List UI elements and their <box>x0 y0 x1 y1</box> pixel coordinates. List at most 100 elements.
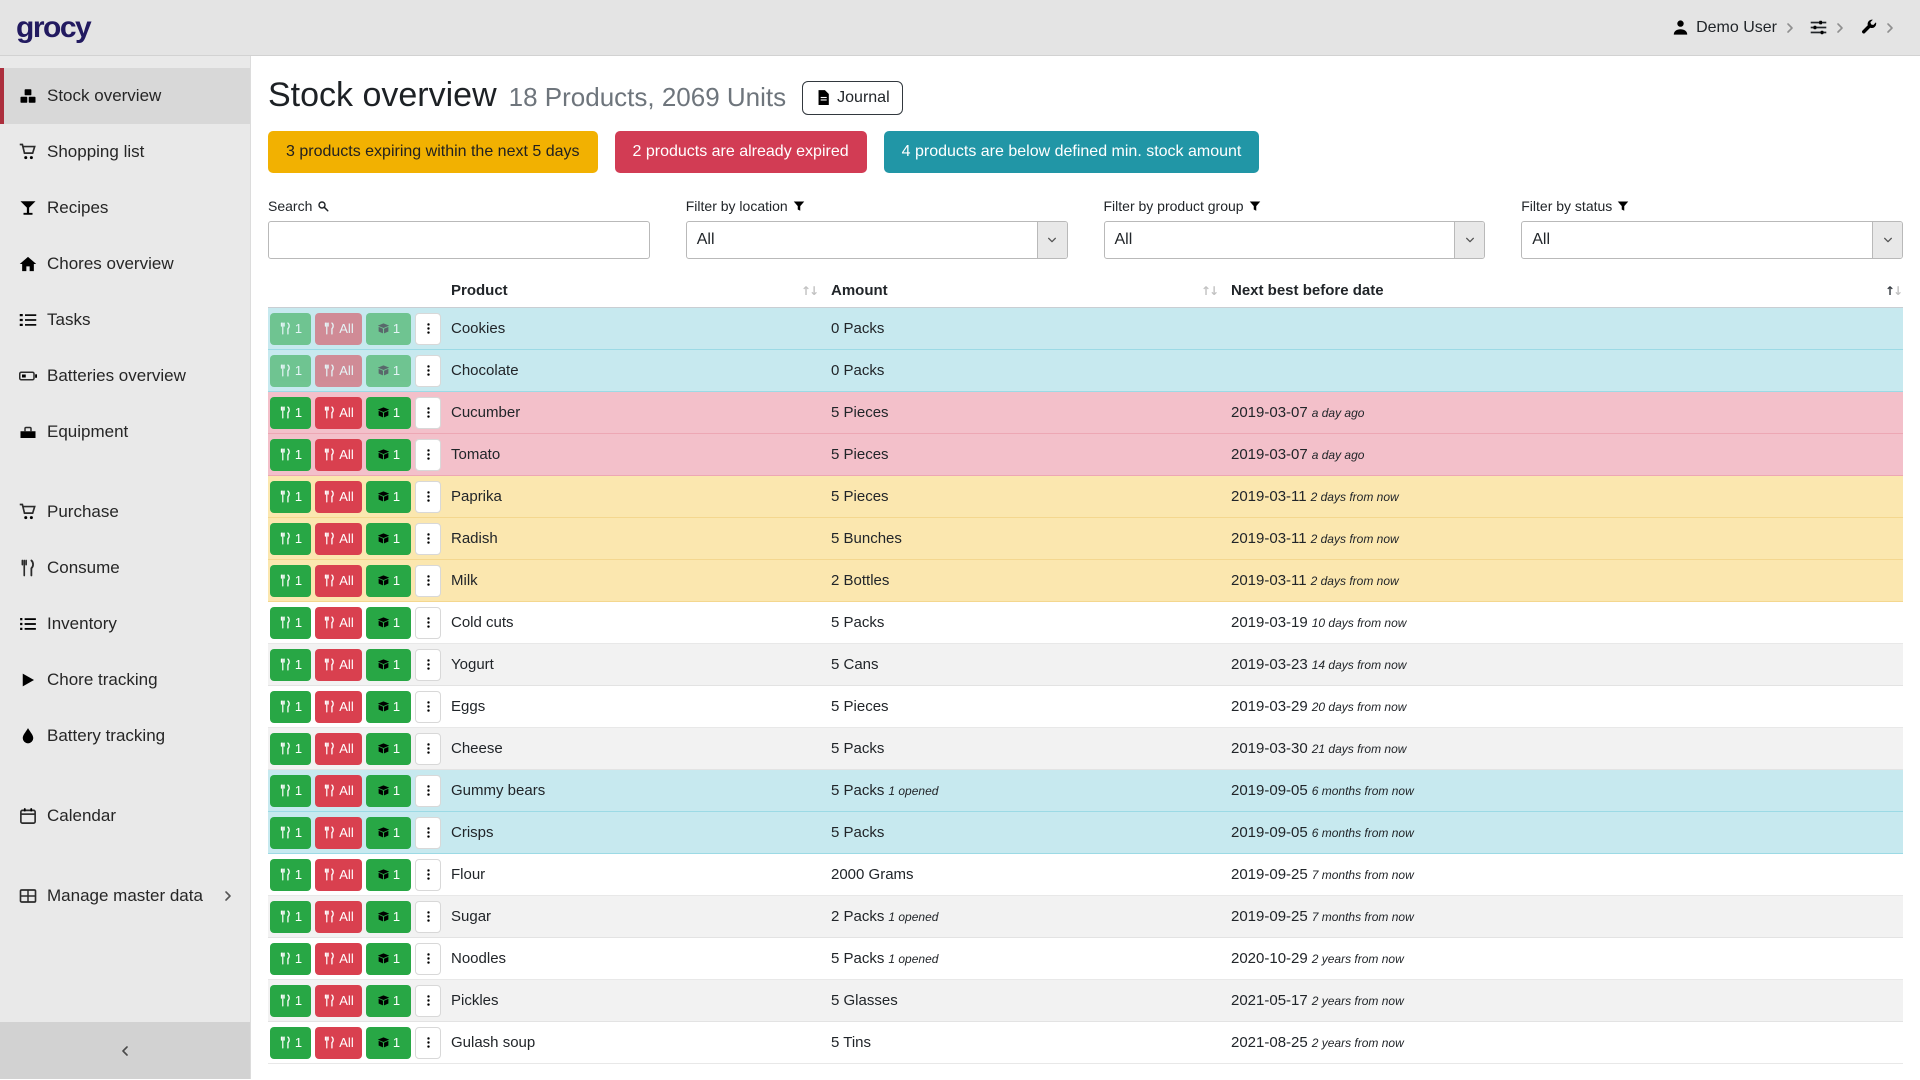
open-one-button[interactable]: 1 <box>366 859 411 891</box>
row-menu-button[interactable] <box>415 355 441 387</box>
open-one-button[interactable]: 1 <box>366 313 411 345</box>
journal-button[interactable]: Journal <box>802 81 902 115</box>
consume-one-button[interactable]: 1 <box>270 439 311 471</box>
consume-one-button[interactable]: 1 <box>270 901 311 933</box>
consume-all-button[interactable]: All <box>315 691 362 723</box>
product-group-filter-select[interactable]: All <box>1104 221 1486 259</box>
consume-one-button[interactable]: 1 <box>270 523 311 555</box>
row-menu-button[interactable] <box>415 481 441 513</box>
consume-one-button[interactable]: 1 <box>270 775 311 807</box>
settings-menu[interactable] <box>1808 15 1848 40</box>
expired-alert-badge[interactable]: 2 products are already expired <box>615 131 867 173</box>
consume-all-button[interactable]: All <box>315 943 362 975</box>
sidebar-item-chore-tracking[interactable]: Chore tracking <box>0 652 250 708</box>
open-one-button[interactable]: 1 <box>366 775 411 807</box>
consume-one-button[interactable]: 1 <box>270 355 311 387</box>
consume-all-button[interactable]: All <box>315 985 362 1017</box>
search-input[interactable] <box>268 221 650 259</box>
sidebar-item-stock-overview[interactable]: Stock overview <box>0 68 250 124</box>
row-menu-button[interactable] <box>415 817 441 849</box>
open-one-button[interactable]: 1 <box>366 397 411 429</box>
row-menu-button[interactable] <box>415 775 441 807</box>
consume-one-button[interactable]: 1 <box>270 733 311 765</box>
open-one-button[interactable]: 1 <box>366 355 411 387</box>
consume-one-button[interactable]: 1 <box>270 481 311 513</box>
sidebar-item-chores-overview[interactable]: Chores overview <box>0 236 250 292</box>
open-one-button[interactable]: 1 <box>366 943 411 975</box>
user-menu[interactable]: Demo User <box>1670 15 1798 41</box>
consume-all-button[interactable]: All <box>315 859 362 891</box>
row-menu-button[interactable] <box>415 649 441 681</box>
sidebar-item-consume[interactable]: Consume <box>0 540 250 596</box>
row-menu-button[interactable] <box>415 985 441 1017</box>
open-one-button[interactable]: 1 <box>366 607 411 639</box>
consume-one-button[interactable]: 1 <box>270 565 311 597</box>
open-one-button[interactable]: 1 <box>366 1027 411 1059</box>
consume-one-button[interactable]: 1 <box>270 607 311 639</box>
below-min-stock-alert-badge[interactable]: 4 products are below defined min. stock … <box>884 131 1260 173</box>
admin-menu[interactable] <box>1858 15 1898 40</box>
row-menu-button[interactable] <box>415 901 441 933</box>
status-filter-select[interactable]: All <box>1521 221 1903 259</box>
consume-one-button[interactable]: 1 <box>270 313 311 345</box>
row-menu-button[interactable] <box>415 1027 441 1059</box>
row-menu-button[interactable] <box>415 943 441 975</box>
sidebar-item-calendar[interactable]: Calendar <box>0 788 250 844</box>
sidebar-item-equipment[interactable]: Equipment <box>0 404 250 460</box>
sidebar-item-battery-tracking[interactable]: Battery tracking <box>0 708 250 764</box>
sidebar-item-batteries-overview[interactable]: Batteries overview <box>0 348 250 404</box>
row-menu-button[interactable] <box>415 565 441 597</box>
row-menu-button[interactable] <box>415 439 441 471</box>
consume-all-button[interactable]: All <box>315 817 362 849</box>
row-menu-button[interactable] <box>415 523 441 555</box>
open-one-button[interactable]: 1 <box>366 733 411 765</box>
open-one-button[interactable]: 1 <box>366 817 411 849</box>
consume-all-button[interactable]: All <box>315 313 362 345</box>
consume-one-button[interactable]: 1 <box>270 985 311 1017</box>
open-one-button[interactable]: 1 <box>366 649 411 681</box>
consume-all-button[interactable]: All <box>315 733 362 765</box>
sidebar-item-recipes[interactable]: Recipes <box>0 180 250 236</box>
consume-one-button[interactable]: 1 <box>270 397 311 429</box>
consume-one-button[interactable]: 1 <box>270 649 311 681</box>
row-menu-button[interactable] <box>415 859 441 891</box>
consume-one-button[interactable]: 1 <box>270 1027 311 1059</box>
open-one-button[interactable]: 1 <box>366 523 411 555</box>
open-one-button[interactable]: 1 <box>366 985 411 1017</box>
expiring-alert-badge[interactable]: 3 products expiring within the next 5 da… <box>268 131 598 173</box>
row-menu-button[interactable] <box>415 397 441 429</box>
sidebar-item-tasks[interactable]: Tasks <box>0 292 250 348</box>
sidebar-item-inventory[interactable]: Inventory <box>0 596 250 652</box>
row-menu-button[interactable] <box>415 691 441 723</box>
consume-all-button[interactable]: All <box>315 439 362 471</box>
consume-one-button[interactable]: 1 <box>270 859 311 891</box>
consume-all-button[interactable]: All <box>315 607 362 639</box>
open-one-button[interactable]: 1 <box>366 439 411 471</box>
consume-all-button[interactable]: All <box>315 775 362 807</box>
sidebar-item-shopping-list[interactable]: Shopping list <box>0 124 250 180</box>
consume-one-button[interactable]: 1 <box>270 691 311 723</box>
consume-all-button[interactable]: All <box>315 523 362 555</box>
location-filter-select[interactable]: All <box>686 221 1068 259</box>
open-one-button[interactable]: 1 <box>366 691 411 723</box>
open-one-button[interactable]: 1 <box>366 481 411 513</box>
consume-all-button[interactable]: All <box>315 481 362 513</box>
sidebar-collapse-button[interactable] <box>0 1022 250 1079</box>
open-one-button[interactable]: 1 <box>366 565 411 597</box>
row-menu-button[interactable] <box>415 313 441 345</box>
consume-one-button[interactable]: 1 <box>270 817 311 849</box>
row-menu-button[interactable] <box>415 607 441 639</box>
consume-one-button[interactable]: 1 <box>270 943 311 975</box>
consume-all-button[interactable]: All <box>315 649 362 681</box>
consume-all-button[interactable]: All <box>315 355 362 387</box>
consume-all-button[interactable]: All <box>315 901 362 933</box>
consume-all-button[interactable]: All <box>315 397 362 429</box>
app-logo[interactable]: grocy <box>16 11 90 45</box>
row-menu-button[interactable] <box>415 733 441 765</box>
sidebar-item-manage-master-data[interactable]: Manage master data <box>0 868 250 924</box>
consume-all-button[interactable]: All <box>315 565 362 597</box>
product-column-header[interactable]: Product ↑↓ <box>451 276 831 308</box>
sidebar-item-purchase[interactable]: Purchase <box>0 484 250 540</box>
open-one-button[interactable]: 1 <box>366 901 411 933</box>
consume-all-button[interactable]: All <box>315 1027 362 1059</box>
